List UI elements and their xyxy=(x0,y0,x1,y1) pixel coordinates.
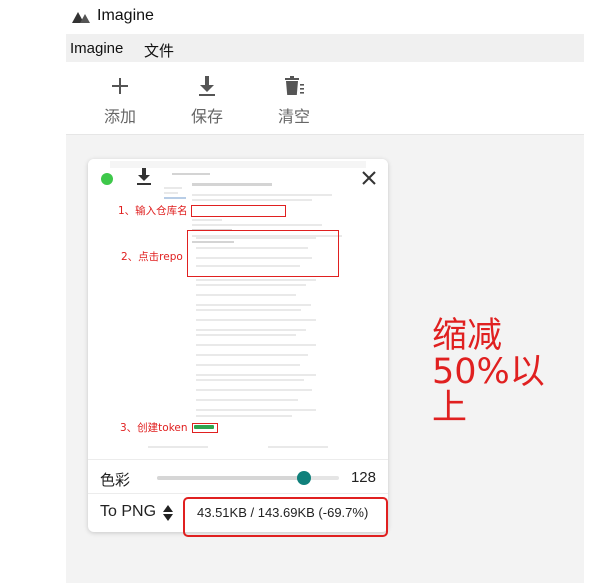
preview-line xyxy=(192,199,312,201)
menu-item-file[interactable]: 文件 xyxy=(144,40,174,61)
title-bar: Imagine xyxy=(0,0,596,34)
annotation-step-2: 2、点击repo xyxy=(121,251,183,263)
image-preview: 1、输入仓库名 2、点击repo 3、创建token xyxy=(88,159,388,459)
preview-line xyxy=(196,257,312,259)
preview-line xyxy=(172,173,210,175)
color-slider-row: 色彩 128 xyxy=(88,459,388,494)
app-title: Imagine xyxy=(97,7,154,24)
preview-line xyxy=(196,247,308,249)
preview-line xyxy=(196,304,311,306)
preview-line xyxy=(196,374,316,376)
preview-line xyxy=(164,187,182,189)
color-label: 色彩 xyxy=(100,472,131,489)
preview-line xyxy=(164,192,178,194)
preview-line xyxy=(192,224,322,226)
status-dot xyxy=(101,173,113,185)
preview-line xyxy=(196,284,306,286)
preview-line xyxy=(196,319,316,321)
preview-line xyxy=(196,399,298,401)
clear-list-icon xyxy=(285,76,304,95)
preview-line xyxy=(196,389,312,391)
preview-line xyxy=(196,344,316,346)
highlight-size-box xyxy=(183,497,388,537)
preview-line xyxy=(148,446,208,448)
download-icon xyxy=(199,76,215,96)
menu-item-imagine[interactable]: Imagine xyxy=(70,40,123,57)
preview-line xyxy=(196,334,296,336)
mountain-logo-icon xyxy=(72,12,90,23)
clear-button[interactable]: 清空 xyxy=(264,70,324,130)
preview-header-bar xyxy=(110,161,366,168)
preview-line xyxy=(268,446,328,448)
generate-token-button xyxy=(194,425,214,429)
save-button[interactable]: 保存 xyxy=(177,70,237,130)
add-button[interactable]: 添加 xyxy=(90,70,150,130)
sort-updown-icon[interactable] xyxy=(162,504,174,522)
preview-line xyxy=(192,183,272,186)
save-button-label: 保存 xyxy=(190,109,223,126)
annotation-step-1: 1、输入仓库名 xyxy=(118,205,188,217)
download-icon[interactable] xyxy=(136,168,152,186)
preview-line xyxy=(192,219,222,221)
toolbar: 添加 保存 清空 xyxy=(66,62,584,135)
image-card: 1、输入仓库名 2、点击repo 3、创建token 色彩 128 To PNG… xyxy=(88,159,388,532)
preview-line xyxy=(196,415,292,417)
preview-line xyxy=(196,237,316,239)
clear-button-label: 清空 xyxy=(277,109,310,126)
preview-line xyxy=(196,379,304,381)
color-value: 128 xyxy=(350,469,376,486)
reduction-note: 缩减50%以上 xyxy=(432,316,545,428)
menu-bar: Imagine 文件 xyxy=(66,34,584,62)
close-icon[interactable] xyxy=(360,169,378,187)
preview-line xyxy=(196,294,296,296)
color-slider-fill xyxy=(157,476,305,480)
preview-line xyxy=(196,364,300,366)
format-select[interactable]: To PNG xyxy=(100,503,156,521)
preview-line xyxy=(196,329,306,331)
annotation-step-3: 3、创建token xyxy=(120,422,188,434)
preview-line xyxy=(196,354,308,356)
color-slider[interactable] xyxy=(157,471,339,485)
add-button-label: 添加 xyxy=(103,109,136,126)
preview-line xyxy=(196,279,316,281)
highlight-repo-name-input xyxy=(191,205,286,217)
preview-line xyxy=(196,409,316,411)
preview-line xyxy=(192,194,332,196)
preview-line xyxy=(164,197,186,199)
preview-line xyxy=(196,265,300,267)
color-slider-thumb[interactable] xyxy=(297,471,312,485)
plus-icon xyxy=(112,78,128,94)
preview-line xyxy=(196,309,301,311)
